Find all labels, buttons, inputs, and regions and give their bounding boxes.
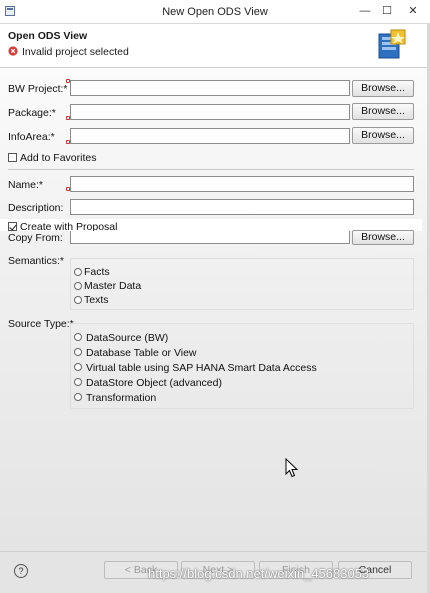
semantics-texts-radio[interactable] xyxy=(74,296,82,304)
description-input[interactable] xyxy=(70,199,414,215)
source-option-virtual-table: Virtual table using SAP HANA Smart Data … xyxy=(86,362,317,374)
source-type-label: Source Type:* xyxy=(8,318,74,330)
semantics-option-facts: Facts xyxy=(84,266,110,278)
ods-view-wizard-icon xyxy=(378,29,406,59)
copy-from-browse-button[interactable]: Browse... xyxy=(352,230,414,245)
copy-from-label: Copy From: xyxy=(8,232,63,244)
source-virtual-table-radio[interactable] xyxy=(74,363,82,371)
description-label: Description: xyxy=(8,202,64,214)
package-label: Package:* xyxy=(8,107,56,119)
source-datasource-radio[interactable] xyxy=(74,333,82,341)
wizard-window: New Open ODS View — ☐ ✕ Open ODS View In… xyxy=(0,0,430,593)
button-bar: ? < Back Next > Finish Cancel https://bl… xyxy=(0,551,430,593)
title-bar: New Open ODS View — ☐ ✕ xyxy=(0,0,430,24)
divider xyxy=(8,169,414,170)
help-icon[interactable]: ? xyxy=(14,564,28,578)
close-button[interactable]: ✕ xyxy=(400,2,426,20)
wizard-content: BW Project:* Browse... Package:* Browse.… xyxy=(0,68,430,551)
source-transformation-radio[interactable] xyxy=(74,393,82,401)
bw-project-browse-button[interactable]: Browse... xyxy=(352,80,414,97)
semantics-label: Semantics:* xyxy=(8,255,65,267)
maximize-button[interactable]: ☐ xyxy=(378,2,396,20)
package-browse-button[interactable]: Browse... xyxy=(352,103,414,120)
watermark: https://blog.csdn.net/weixin_45683053 xyxy=(148,566,370,581)
infoarea-input[interactable] xyxy=(70,128,350,144)
add-to-favorites-label: Add to Favorites xyxy=(20,152,97,164)
add-to-favorites-checkbox[interactable] xyxy=(8,153,17,162)
infoarea-browse-button[interactable]: Browse... xyxy=(352,127,414,144)
minimize-button[interactable]: — xyxy=(356,2,374,20)
create-with-proposal-checkbox[interactable] xyxy=(8,222,17,231)
semantics-option-texts: Texts xyxy=(84,294,109,306)
copy-from-input[interactable] xyxy=(70,231,350,244)
infoarea-label: InfoArea:* xyxy=(8,131,55,143)
error-circle-icon xyxy=(8,46,18,56)
source-option-datastore: DataStore Object (advanced) xyxy=(86,377,222,389)
source-option-transformation: Transformation xyxy=(86,392,157,404)
semantics-option-master-data: Master Data xyxy=(84,280,142,292)
bw-project-label: BW Project:* xyxy=(8,83,68,95)
error-message: Invalid project selected xyxy=(22,46,129,58)
source-datastore-radio[interactable] xyxy=(74,378,82,386)
name-label: Name:* xyxy=(8,179,44,191)
package-input[interactable] xyxy=(70,104,350,120)
page-title: Open ODS View xyxy=(8,30,88,42)
bw-project-input[interactable] xyxy=(70,80,350,96)
semantics-facts-radio[interactable] xyxy=(74,268,82,276)
source-option-datasource: DataSource (BW) xyxy=(86,332,169,344)
wizard-header: Open ODS View Invalid project selected xyxy=(0,24,430,68)
source-db-table-radio[interactable] xyxy=(74,348,82,356)
source-option-db-table: Database Table or View xyxy=(86,347,197,359)
mouse-cursor-icon xyxy=(285,458,299,478)
semantics-master-data-radio[interactable] xyxy=(74,282,82,290)
name-input[interactable] xyxy=(70,176,414,192)
